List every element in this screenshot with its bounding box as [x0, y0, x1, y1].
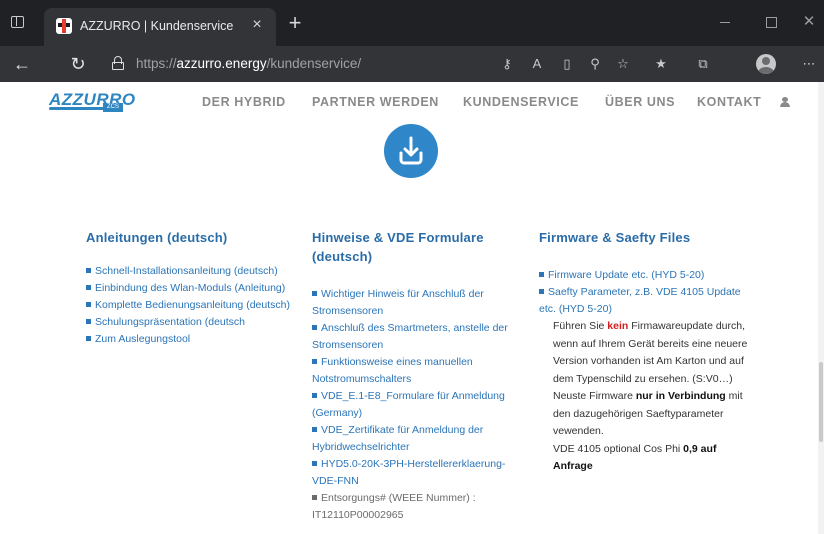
link-saefty-parameter[interactable]: Saefty Parameter, z.B. VDE 4105 Update e…	[539, 284, 749, 318]
add-favorite-icon[interactable]: ☆	[612, 53, 634, 75]
minimize-icon[interactable]	[702, 8, 748, 36]
link-wlan-modul[interactable]: Einbindung des Wlan-Moduls (Anleitung)	[86, 280, 294, 297]
firmware-note-1: Führen Sie kein Firmawareupdate durch, w…	[553, 320, 748, 385]
refresh-icon[interactable]: ↻	[66, 52, 90, 76]
maximize-icon[interactable]	[748, 8, 794, 36]
lock-icon	[112, 56, 124, 70]
firmware-note-3: VDE 4105 optional Cos Phi 0,9 auf Anfrag…	[553, 442, 717, 473]
more-options-icon[interactable]: ⋯	[798, 53, 820, 75]
nav-ueber-uns[interactable]: ÜBER UNS	[605, 95, 675, 109]
nav-kundenservice[interactable]: KUNDENSERVICE	[463, 95, 579, 109]
zoom-icon[interactable]: ⚲	[584, 53, 606, 75]
column-title-anleitungen: Anleitungen (deutsch)	[86, 230, 228, 245]
link-vde-zertifikate[interactable]: VDE_Zertifikate für Anmeldung der Hybrid…	[312, 422, 526, 456]
column-anleitungen: Anleitungen (deutsch) Schnell-Installati…	[86, 228, 294, 348]
column-title-firmware: Firmware & Saefty Files	[539, 230, 691, 245]
site-header: AZZURRO ZCS DER HYBRID PARTNER WERDEN KU…	[0, 82, 824, 124]
favorites-icon[interactable]: ★	[650, 53, 672, 75]
url-text: https://azzurro.energy/kundenservice/	[136, 56, 362, 71]
azzurro-logo[interactable]: AZZURRO ZCS	[49, 90, 135, 118]
link-schnell-installation[interactable]: Schnell-Installationsanleitung (deutsch)	[86, 263, 294, 280]
key-icon[interactable]: ⚷	[496, 53, 518, 75]
link-smartmeter[interactable]: Anschluß des Smartmeters, anstelle der S…	[312, 320, 526, 354]
user-icon[interactable]	[780, 97, 790, 107]
tab-actions-icon[interactable]	[8, 13, 28, 33]
tab-close-icon[interactable]: ×	[248, 16, 266, 34]
browser-tab[interactable]: AZZURRO | Kundenservice ×	[44, 8, 276, 46]
collections-icon[interactable]: ⧉	[692, 53, 714, 75]
nav-der-hybrid[interactable]: DER HYBRID	[202, 95, 286, 109]
weee-number: Entsorgungs# (WEEE Nummer) : IT12110P000…	[312, 492, 476, 521]
link-bedienungsanleitung[interactable]: Komplette Bedienungsanleitung (deutsch)	[86, 297, 294, 314]
address-bar: ← ↻ https://azzurro.energy/kundenservice…	[0, 46, 824, 82]
browser-tab-bar: AZZURRO | Kundenservice × + ✕	[0, 0, 824, 46]
link-hinweis-stromsensoren[interactable]: Wichtiger Hinweis für Anschluß der Strom…	[312, 286, 526, 320]
link-herstellererklaerung[interactable]: HYD5.0-20K-3PH-Herstellererklaerung-VDE-…	[312, 456, 526, 490]
link-schulungspraesentation[interactable]: Schulungspräsentation (deutsch	[86, 314, 294, 331]
nav-kontakt[interactable]: KONTAKT	[697, 95, 761, 109]
link-firmware-update[interactable]: Firmware Update etc. (HYD 5-20)	[539, 267, 749, 284]
site-favicon-icon	[56, 18, 72, 34]
column-firmware: Firmware & Saefty Files Firmware Update …	[539, 228, 749, 476]
back-icon[interactable]: ←	[10, 52, 34, 76]
page-scrollbar[interactable]	[818, 82, 824, 534]
download-icon	[384, 124, 438, 178]
link-notstromumschalter[interactable]: Funktionsweise eines manuellen Notstromu…	[312, 354, 526, 388]
firmware-note-2: Neuste Firmware nur in Verbindung mit de…	[553, 390, 743, 437]
column-hinweise: Hinweise & VDE Formulare (deutsch) Wicht…	[312, 228, 526, 524]
tab-title: AZZURRO | Kundenservice	[80, 19, 234, 33]
new-tab-icon[interactable]: +	[284, 12, 306, 34]
profile-avatar[interactable]	[756, 54, 776, 74]
column-title-hinweise: Hinweise & VDE Formulare (deutsch)	[312, 230, 484, 264]
nav-partner-werden[interactable]: PARTNER WERDEN	[312, 95, 439, 109]
reader-view-icon[interactable]: ▯	[556, 53, 578, 75]
link-vde-formulare[interactable]: VDE_E.1-E8_Formulare für Anmeldung (Germ…	[312, 388, 526, 422]
read-aloud-icon[interactable]: A	[526, 53, 548, 75]
link-auslegungstool[interactable]: Zum Auslegungstool	[86, 331, 294, 348]
close-window-icon[interactable]: ✕	[794, 8, 824, 36]
